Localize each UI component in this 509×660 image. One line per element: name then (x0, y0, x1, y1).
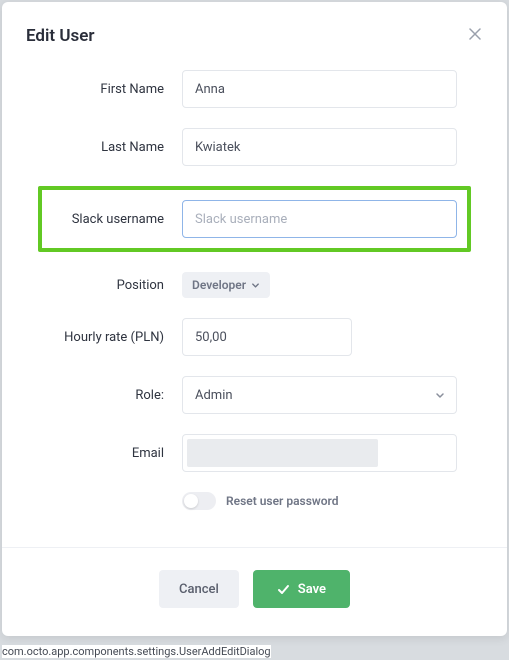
close-icon[interactable] (467, 26, 483, 42)
dialog-title: Edit User (26, 26, 95, 46)
last-name-input[interactable] (182, 128, 457, 166)
last-name-row: Last Name (52, 128, 457, 166)
role-label: Role: (52, 388, 182, 403)
email-field[interactable] (182, 434, 457, 472)
hourly-rate-row: Hourly rate (PLN) (52, 318, 457, 356)
email-label: Email (52, 446, 182, 461)
dialog-footer: Cancel Save (2, 547, 507, 636)
chevron-down-icon (251, 281, 260, 290)
position-label: Position (52, 278, 182, 293)
save-button-label: Save (298, 582, 326, 597)
first-name-input[interactable] (182, 70, 457, 108)
position-value: Developer (192, 278, 246, 292)
debug-class-path: com.octo.app.components.settings.UserAdd… (2, 645, 271, 658)
first-name-row: First Name (52, 70, 457, 108)
edit-user-dialog: Edit User First Name Last Name Slack use… (2, 2, 507, 636)
position-row: Position Developer (52, 272, 457, 298)
slack-username-input[interactable] (182, 200, 457, 238)
last-name-label: Last Name (52, 140, 182, 155)
hourly-rate-label: Hourly rate (PLN) (52, 330, 182, 345)
role-row: Role: (52, 376, 457, 414)
dialog-header: Edit User (2, 2, 507, 62)
slack-username-label: Slack username (52, 212, 182, 227)
slack-username-row: Slack username (38, 186, 471, 252)
cancel-button[interactable]: Cancel (159, 570, 239, 608)
save-button[interactable]: Save (253, 570, 350, 608)
email-row: Email (52, 434, 457, 472)
role-select[interactable] (182, 376, 457, 414)
position-select[interactable]: Developer (182, 272, 270, 298)
reset-password-label: Reset user password (226, 494, 339, 508)
hourly-rate-input[interactable] (182, 318, 352, 356)
reset-password-row: Reset user password (182, 492, 457, 510)
check-icon (277, 583, 290, 596)
toggle-knob (184, 494, 198, 508)
reset-password-toggle[interactable] (182, 492, 216, 510)
first-name-label: First Name (52, 82, 182, 97)
dialog-body: First Name Last Name Slack username Posi… (2, 62, 507, 547)
email-redacted (187, 439, 378, 467)
